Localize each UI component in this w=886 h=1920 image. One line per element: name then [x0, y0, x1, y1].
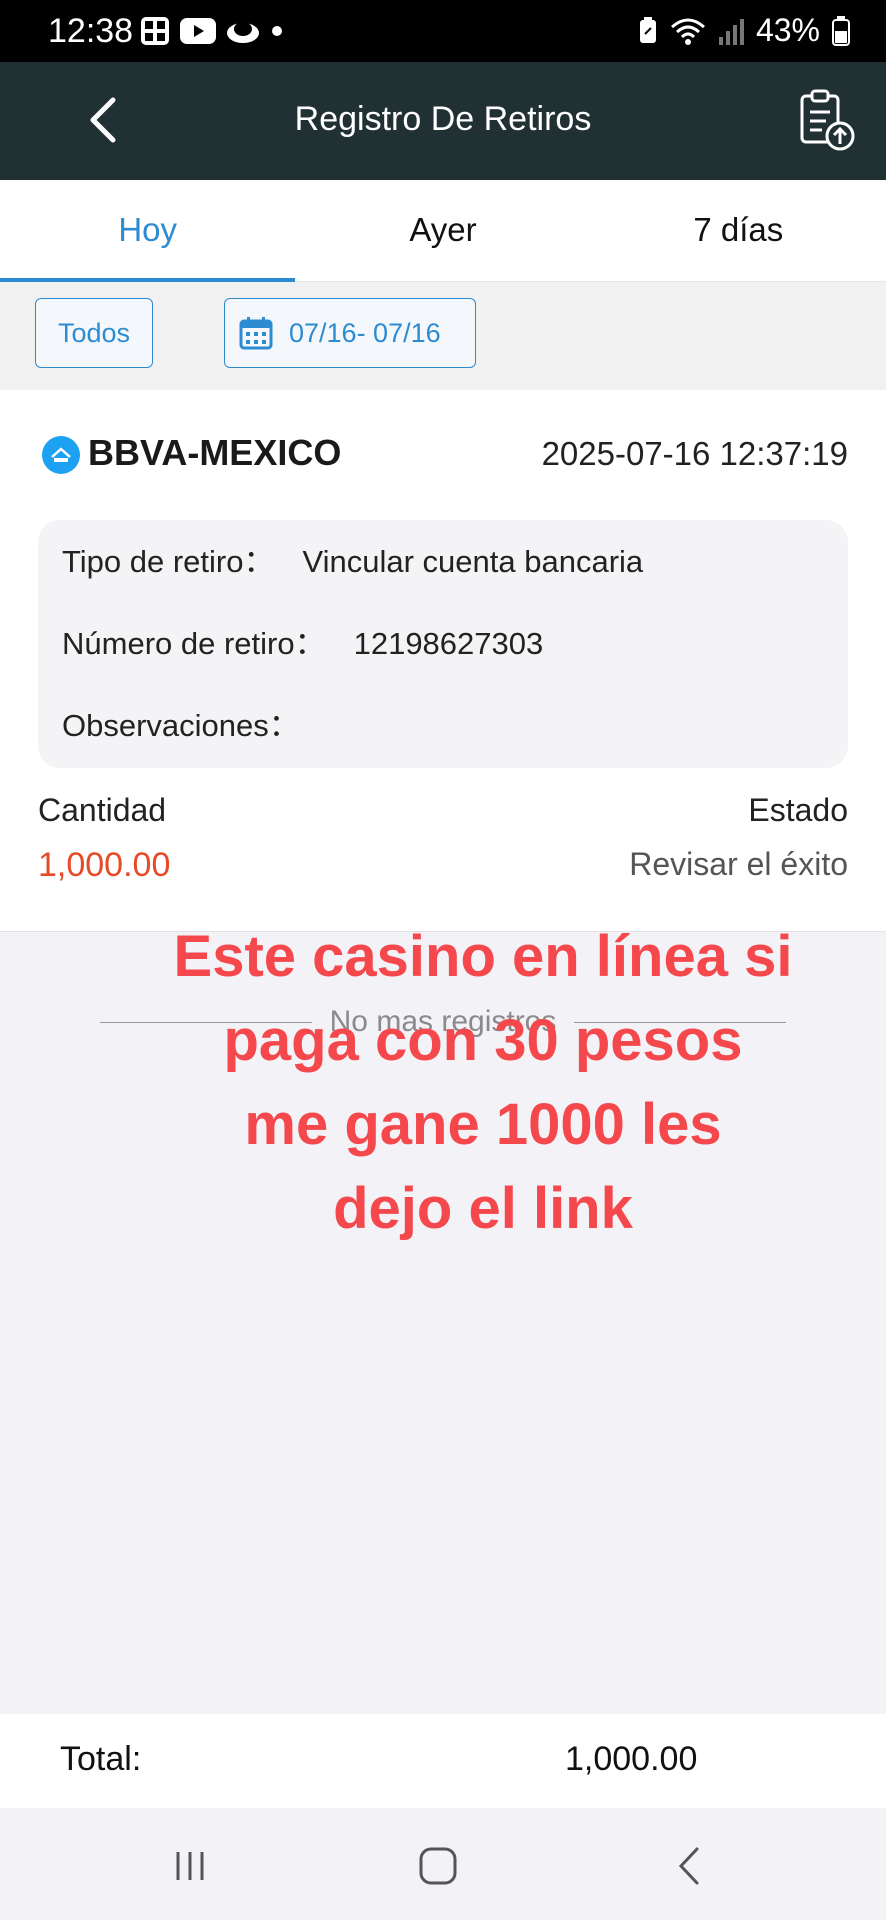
page-title: Registro De Retiros [294, 100, 592, 138]
total-label: Total: [60, 1740, 142, 1778]
detail-row-notes: Observaciones： [62, 704, 824, 786]
tab-ayer[interactable]: Ayer [295, 180, 590, 281]
app-header: Registro De Retiros [0, 62, 886, 180]
system-nav-bar [0, 1808, 886, 1920]
status-label: Estado [748, 792, 848, 828]
detail-row-type: Tipo de retiro： Vincular cuenta bancaria [62, 540, 824, 622]
overlay-caption: Este casino en línea si paga con 30 peso… [120, 915, 846, 1251]
overlay-line: dejo el link [333, 1176, 633, 1241]
record-datetime: 2025-07-16 12:37:19 [541, 435, 848, 472]
recent-apps-button[interactable] [160, 1838, 220, 1894]
withdrawal-record-card[interactable]: BBVA-MEXICO 2025-07-16 12:37:19 Tipo de … [0, 390, 886, 932]
detail-row-number: Número de retiro： 12198627303 [62, 622, 824, 704]
overlay-line: Este casino en línea si [173, 924, 793, 989]
status-value: Revisar el éxito [629, 846, 848, 882]
wifi-icon [670, 18, 705, 45]
app-grid-icon [141, 17, 169, 45]
detail-value: 12198627303 [353, 626, 544, 661]
total-value: 1,000.00 [565, 1740, 698, 1778]
overlay-line: paga con 30 pesos [223, 1008, 743, 1073]
clipboard-upload-icon [800, 89, 855, 151]
status-notification-icons [140, 16, 284, 46]
bank-name: BBVA-MEXICO [88, 432, 342, 473]
back-icon [678, 1847, 699, 1885]
date-range-label: 07/16- 07/16 [289, 317, 441, 348]
total-bar: Total: 1,000.00 [0, 1714, 886, 1808]
date-tabs: Hoy Ayer 7 días [0, 180, 886, 282]
tab-hoy[interactable]: Hoy [0, 180, 296, 282]
dot-icon [272, 26, 282, 36]
status-system-icons: 43% [638, 12, 850, 49]
battery-icon [832, 15, 850, 46]
home-button[interactable] [408, 1838, 468, 1894]
detail-label: Número de retiro： [62, 626, 326, 661]
back-nav-button[interactable] [658, 1838, 718, 1894]
detail-value: Vincular cuenta bancaria [302, 544, 644, 579]
date-range-button[interactable]: 07/16- 07/16 [224, 298, 476, 368]
cloud-icon [227, 22, 259, 43]
overlay-line: me gane 1000 les [244, 1092, 722, 1157]
detail-label: Tipo de retiro： [62, 544, 275, 579]
status-bar: 12:38 43% [0, 0, 886, 62]
amount-label: Cantidad [38, 792, 167, 828]
calendar-icon [239, 317, 273, 350]
bank-logo-icon [42, 436, 80, 474]
tab-7-dias[interactable]: 7 días [591, 180, 886, 281]
record-details: Tipo de retiro： Vincular cuenta bancaria… [38, 520, 848, 768]
recent-apps-icon [176, 1852, 204, 1880]
amount-value: 1,000.00 [38, 846, 171, 884]
filter-all-button[interactable]: Todos [35, 298, 153, 368]
export-records-button[interactable] [796, 88, 856, 152]
detail-label: Observaciones： [62, 708, 300, 743]
home-icon [419, 1847, 457, 1885]
filter-bar: Todos 07/16- 07/16 [0, 282, 886, 390]
signal-icon [718, 18, 744, 45]
status-time: 12:38 [48, 12, 134, 50]
battery-saver-icon [639, 16, 656, 43]
battery-percent: 43% [755, 12, 820, 48]
youtube-icon [180, 18, 216, 44]
